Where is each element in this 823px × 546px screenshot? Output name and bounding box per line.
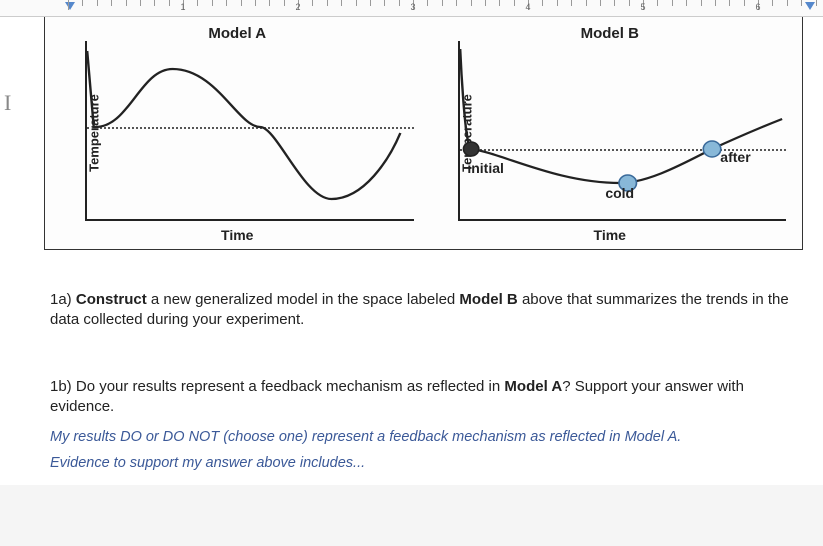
indent-marker-icon[interactable] bbox=[65, 2, 75, 10]
chart-model-a: Model A Temperature Time bbox=[51, 23, 424, 243]
chart-a-xlabel: Time bbox=[221, 227, 253, 243]
ruler-number: 6 bbox=[755, 2, 760, 12]
ruler-number: 5 bbox=[640, 2, 645, 12]
question-1a: 1a) Construct a new generalized model in… bbox=[50, 290, 803, 331]
ruler-number: 1 bbox=[180, 2, 185, 12]
chart-a-axes bbox=[85, 41, 414, 221]
horizontal-ruler: 1 2 3 4 5 6 bbox=[0, 0, 823, 17]
chart-a-curve bbox=[85, 41, 414, 221]
ruler-number: 3 bbox=[410, 2, 415, 12]
chart-b-ann-cold: cold bbox=[605, 185, 634, 201]
ruler-number: 4 bbox=[525, 2, 530, 12]
page-body: Model A Temperature Time Model B Tempera… bbox=[0, 17, 823, 485]
text-cursor-icon: I bbox=[4, 90, 11, 116]
chart-b-ann-after: after bbox=[720, 149, 750, 165]
q1b-prefix: 1b) bbox=[50, 378, 72, 395]
q1a-text-mid: a new generalized model in the space lab… bbox=[151, 291, 455, 308]
ruler-number: 2 bbox=[295, 2, 300, 12]
chart-b-xlabel: Time bbox=[594, 227, 626, 243]
right-indent-marker-icon[interactable] bbox=[805, 2, 815, 10]
q1a-prefix: 1a) bbox=[50, 291, 72, 308]
q1a-model-ref: Model B bbox=[459, 291, 517, 308]
chart-b-title: Model B bbox=[581, 25, 639, 42]
chart-a-title: Model A bbox=[208, 25, 266, 42]
answer-template-1[interactable]: My results DO or DO NOT (choose one) rep… bbox=[50, 429, 803, 445]
question-1b: 1b) Do your results represent a feedback… bbox=[50, 377, 803, 418]
q1b-text-start: Do your results represent a feedback mec… bbox=[76, 378, 500, 395]
chart-b-ann-initial: initial bbox=[467, 160, 504, 176]
charts-container: Model A Temperature Time Model B Tempera… bbox=[44, 17, 803, 250]
q1b-model-ref: Model A bbox=[504, 378, 562, 395]
answer-template-2[interactable]: Evidence to support my answer above incl… bbox=[50, 455, 803, 471]
chart-model-b: Model B Temperature initial cold after T… bbox=[424, 23, 797, 243]
chart-b-axes: initial cold after bbox=[458, 41, 787, 221]
q1a-verb: Construct bbox=[76, 291, 147, 308]
